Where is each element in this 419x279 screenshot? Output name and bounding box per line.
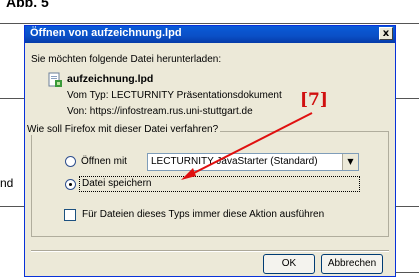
annotation-arrow-icon <box>181 112 313 180</box>
